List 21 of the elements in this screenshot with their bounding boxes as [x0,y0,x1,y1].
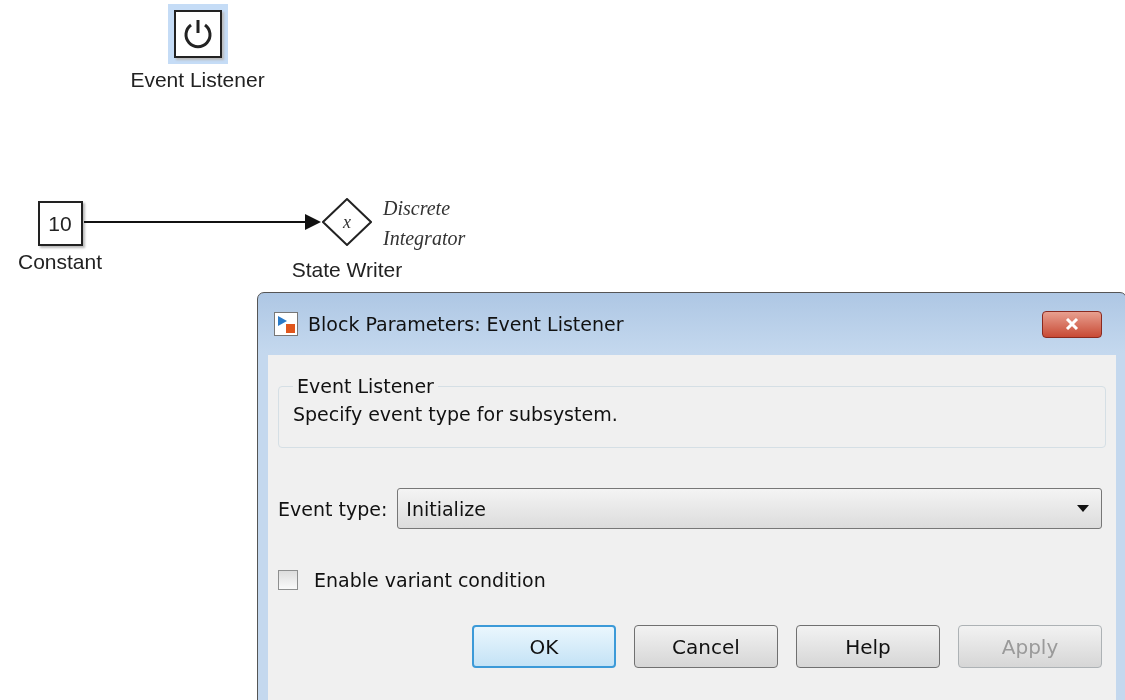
checkbox-label: Enable variant condition [314,569,546,591]
close-icon [1065,318,1079,330]
group-title: Event Listener [296,375,435,397]
checkbox[interactable] [278,570,298,590]
dialog-title: Block Parameters: Event Listener [308,313,625,335]
event-listener-block[interactable] [167,4,228,64]
dialog-button[interactable]: Help [796,625,940,668]
field-label: Event type: [278,497,388,520]
dialog-button[interactable]: Cancel [634,625,778,668]
block-label: Event Listener [130,68,265,92]
constant-block[interactable]: 10 [37,201,83,246]
block-annotation: Discrete Integrator [383,196,467,252]
caret-icon [1077,505,1089,512]
dialog-button[interactable]: OK [472,625,616,668]
block-label: Constant [17,250,103,274]
event-type-dropdown[interactable]: Initialize [397,488,1102,529]
state-writer-block[interactable]: x [322,198,372,246]
close-button[interactable] [1042,310,1102,338]
app-icon [274,312,298,336]
description-text: Specify event type for subsystem. [293,403,619,425]
block-label: State Writer [291,258,403,282]
